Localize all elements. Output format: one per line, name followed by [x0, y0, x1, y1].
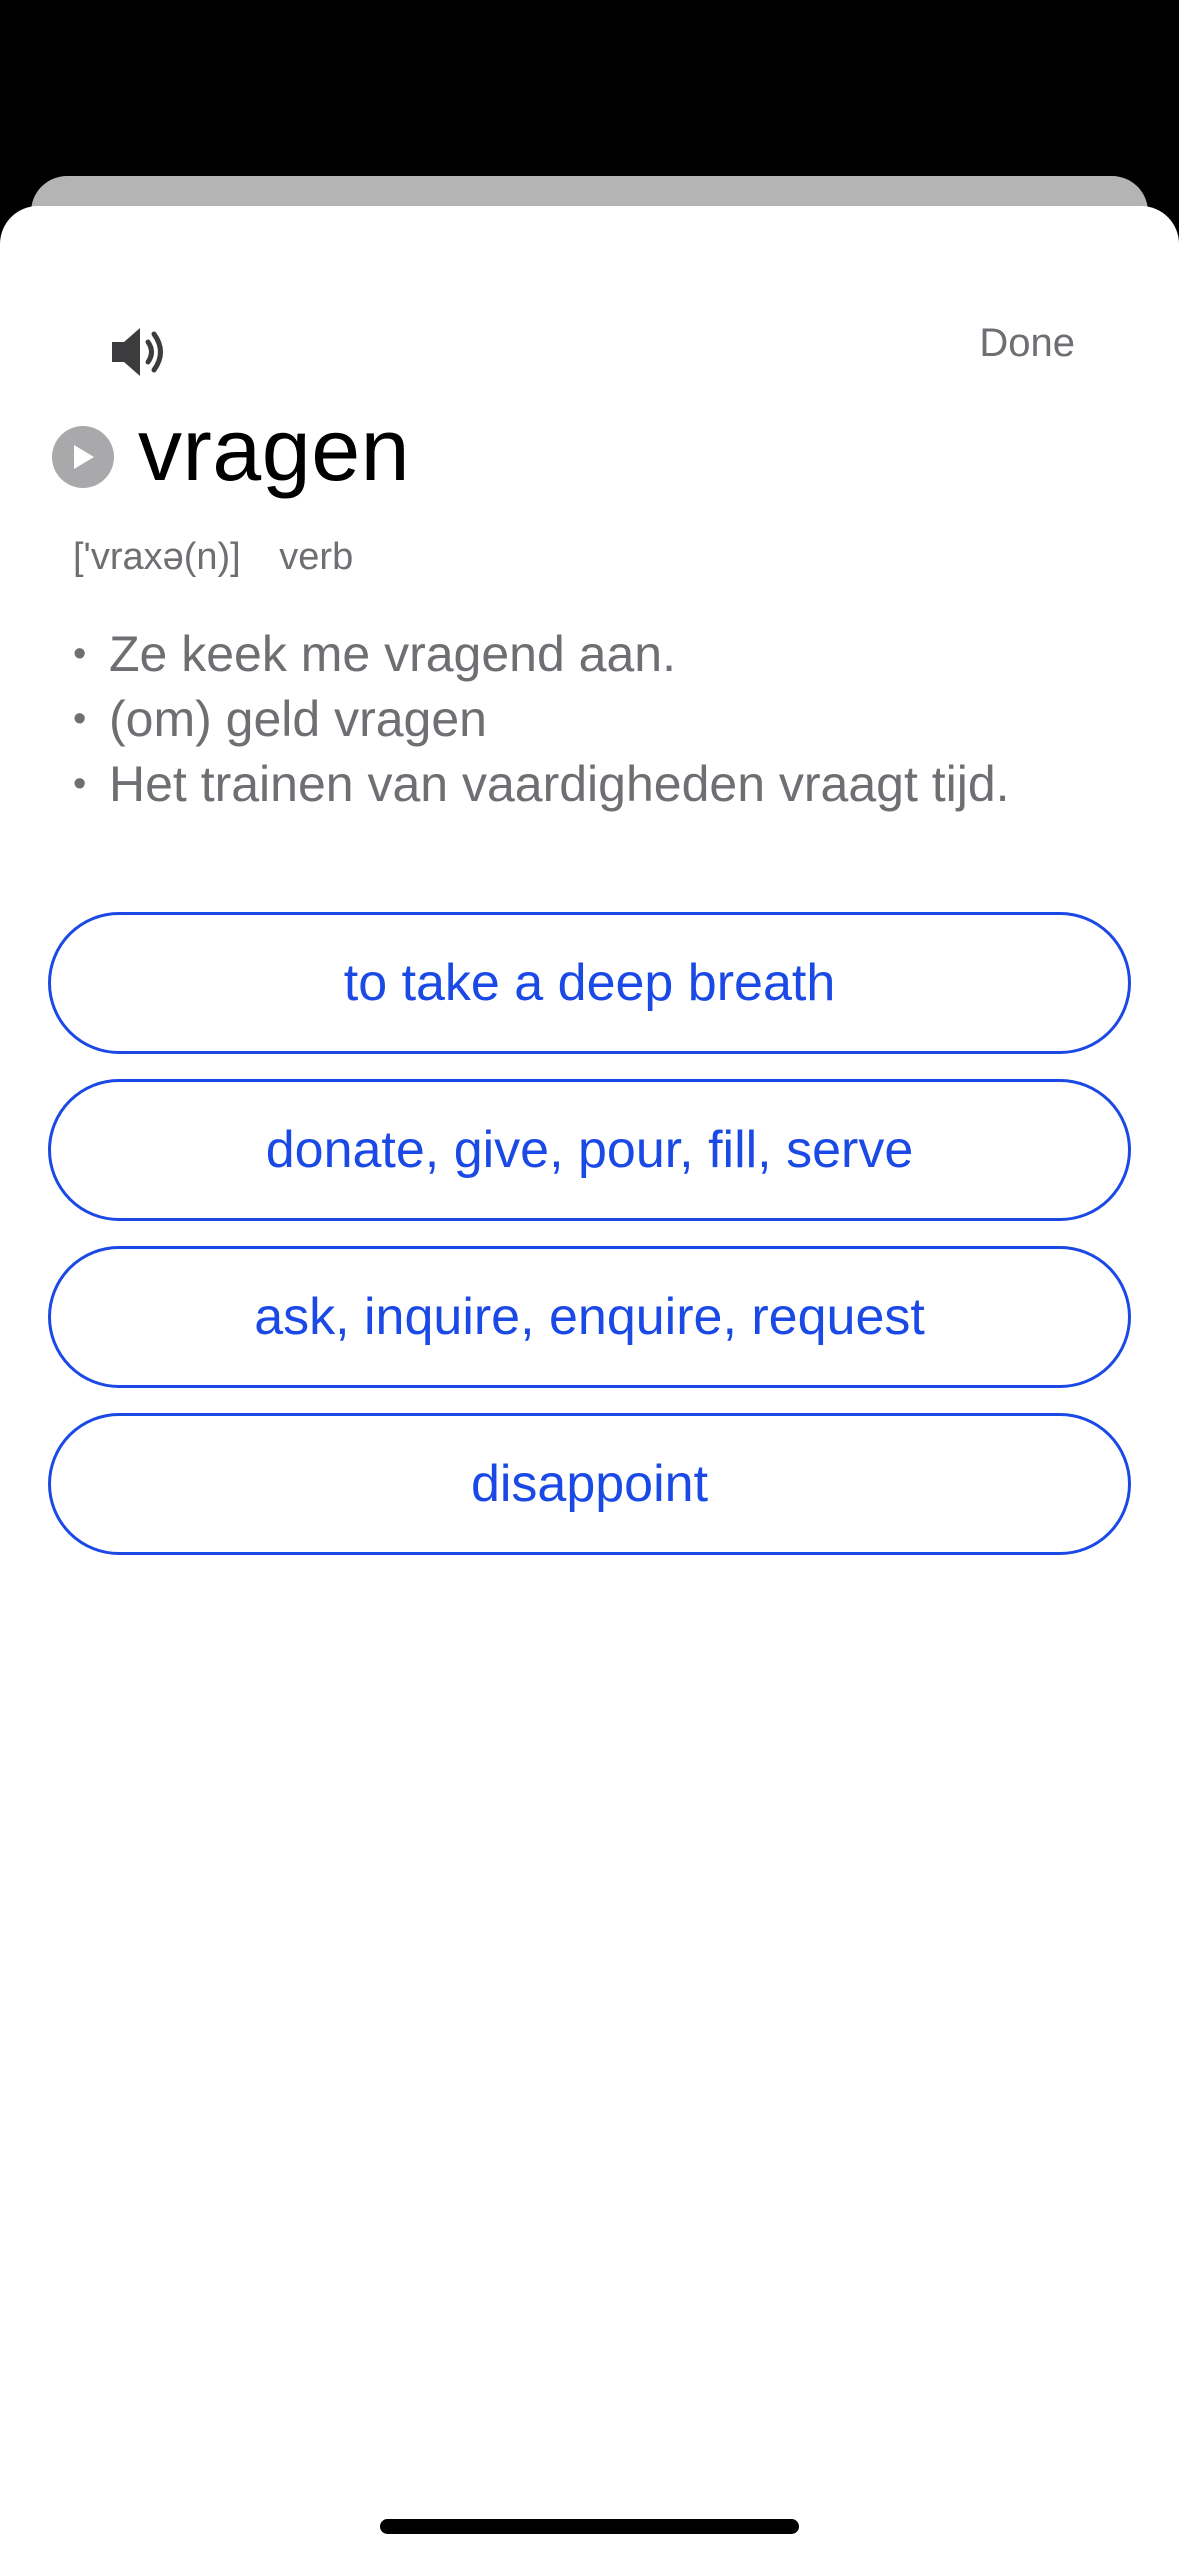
example-item: • Ze keek me vragend aan. — [73, 622, 1010, 687]
bullet: • — [73, 633, 87, 675]
bullet: • — [73, 698, 87, 740]
headword-row: vragen — [52, 406, 410, 494]
pronunciation-row: ['vraxə(n)] verb — [73, 536, 353, 579]
example-item: • Het trainen van vaardigheden vraagt ti… — [73, 752, 1010, 817]
word-detail-sheet: Done vragen ['vraxə(n)] verb • Ze keek m… — [0, 206, 1179, 2556]
example-item: • (om) geld vragen — [73, 687, 1010, 752]
screen: Done vragen ['vraxə(n)] verb • Ze keek m… — [0, 0, 1179, 2556]
speaker-button[interactable] — [100, 314, 176, 390]
answer-option-2[interactable]: donate, give, pour, fill, serve — [48, 1079, 1131, 1221]
example-sentences: • Ze keek me vragend aan. • (om) geld vr… — [73, 622, 1010, 817]
answer-option-3[interactable]: ask, inquire, enquire, request — [48, 1246, 1131, 1388]
example-text: Het trainen van vaardigheden vraagt tijd… — [109, 756, 1010, 812]
part-of-speech: verb — [279, 536, 354, 578]
bullet: • — [73, 763, 87, 805]
done-button[interactable]: Done — [979, 321, 1075, 366]
headword: vragen — [138, 400, 411, 499]
example-text: (om) geld vragen — [109, 691, 487, 747]
answer-options: to take a deep breath donate, give, pour… — [48, 912, 1131, 1580]
home-indicator[interactable] — [380, 2519, 799, 2534]
phonetic-transcription: ['vraxə(n)] — [73, 536, 241, 578]
speaker-volume-icon — [112, 328, 163, 376]
answer-option-4[interactable]: disappoint — [48, 1413, 1131, 1555]
play-circle-icon[interactable] — [52, 426, 114, 488]
answer-option-1[interactable]: to take a deep breath — [48, 912, 1131, 1054]
example-text: Ze keek me vragend aan. — [109, 626, 676, 682]
